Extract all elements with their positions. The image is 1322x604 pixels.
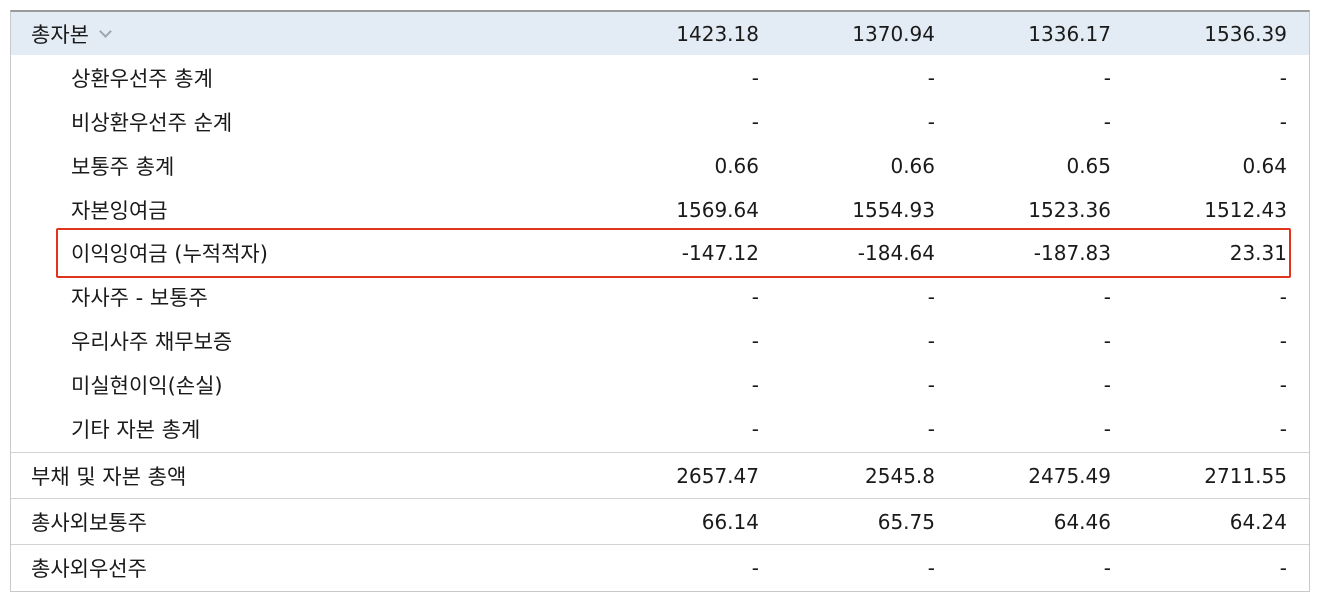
cell-value: -	[751, 285, 759, 309]
cell-value: 23.31	[1229, 241, 1287, 265]
cell-value: 1512.43	[1204, 198, 1287, 222]
row-label: 총자본	[31, 22, 89, 47]
cell-value: 2657.47	[676, 463, 759, 488]
row-label: 부채 및 자본 총액	[31, 464, 187, 489]
cell-value: -	[751, 66, 759, 90]
row-label: 총사외보통주	[31, 510, 147, 535]
row-label: 미실현이익(손실)	[71, 374, 223, 398]
cell-value: -	[927, 417, 935, 441]
row-label: 비상환우선주 순계	[71, 111, 233, 135]
cell-value: 2475.49	[1028, 463, 1111, 488]
table-row: 상환우선주 총계 - - - -	[11, 56, 1309, 100]
cell-value: 1523.36	[1028, 198, 1111, 222]
table-row-total-equity[interactable]: 총자본 1423.18 1370.94 1336.17 1536.39	[11, 12, 1309, 55]
row-label: 보통주 총계	[71, 155, 175, 179]
row-label: 기타 자본 총계	[71, 418, 201, 442]
cell-value: 65.75	[877, 509, 935, 534]
row-label-container[interactable]: 총자본	[31, 12, 112, 55]
cell-value: -	[1103, 417, 1111, 441]
cell-value: -187.83	[1033, 241, 1111, 265]
cell-value: -	[1103, 556, 1111, 580]
cell-value: -	[1103, 110, 1111, 134]
row-label: 우리사주 채무보증	[71, 330, 233, 354]
row-label: 상환우선주 총계	[71, 67, 213, 91]
cell-value: 1536.39	[1204, 21, 1287, 46]
cell-value: 1370.94	[852, 21, 935, 46]
cell-value: -	[1103, 285, 1111, 309]
cell-value: 1569.64	[676, 198, 759, 222]
table-row-common-shares-outstanding: 총사외보통주 66.14 65.75 64.46 64.24	[11, 498, 1309, 544]
cell-value: -	[927, 556, 935, 580]
cell-value: 64.24	[1229, 509, 1287, 534]
table-row: 우리사주 채무보증 - - - -	[11, 319, 1309, 363]
cell-value: -	[1279, 66, 1287, 90]
cell-value: -	[1279, 417, 1287, 441]
cell-value: 2545.8	[865, 463, 935, 488]
cell-value: -147.12	[681, 241, 759, 265]
cell-value: 66.14	[701, 509, 759, 534]
cell-value: -184.64	[857, 241, 935, 265]
cell-value: -	[751, 556, 759, 580]
table-row: 자본잉여금 1569.64 1554.93 1523.36 1512.43	[11, 188, 1309, 232]
cell-value: 0.64	[1242, 154, 1287, 178]
table-row-total-liabilities-equity: 부채 및 자본 총액 2657.47 2545.8 2475.49 2711.5…	[11, 452, 1309, 498]
cell-value: 64.46	[1053, 509, 1111, 534]
cell-value: -	[1279, 329, 1287, 353]
cell-value: -	[1279, 373, 1287, 397]
cell-value: -	[927, 66, 935, 90]
cell-value: 0.65	[1066, 154, 1111, 178]
cell-value: -	[1103, 329, 1111, 353]
table-row-preferred-shares-outstanding: 총사외우선주 - - - -	[11, 544, 1309, 591]
cell-value: -	[751, 110, 759, 134]
cell-value: -	[927, 285, 935, 309]
row-label: 자본잉여금	[71, 199, 168, 223]
cell-value: -	[927, 373, 935, 397]
cell-value: -	[927, 110, 935, 134]
cell-value: -	[927, 329, 935, 353]
cell-value: 2711.55	[1204, 463, 1287, 488]
cell-value: -	[751, 417, 759, 441]
row-label: 자사주 - 보통주	[71, 286, 208, 310]
cell-value: -	[1103, 373, 1111, 397]
cell-value: -	[1279, 285, 1287, 309]
chevron-down-icon[interactable]	[99, 25, 112, 38]
table-row: 비상환우선주 순계 - - - -	[11, 100, 1309, 144]
table-row: 보통주 총계 0.66 0.66 0.65 0.64	[11, 144, 1309, 188]
cell-value: -	[1279, 110, 1287, 134]
cell-value: 1336.17	[1028, 21, 1111, 46]
table-row: 미실현이익(손실) - - - -	[11, 363, 1309, 407]
row-label: 총사외우선주	[31, 557, 147, 581]
cell-value: -	[1103, 66, 1111, 90]
cell-value: -	[751, 373, 759, 397]
table-row: 자사주 - 보통주 - - - -	[11, 275, 1309, 319]
cell-value: -	[751, 329, 759, 353]
cell-value: 1554.93	[852, 198, 935, 222]
table-row-retained-earnings: 이익잉여금 (누적적자) -147.12 -184.64 -187.83 23.…	[11, 231, 1309, 275]
cell-value: 0.66	[890, 154, 935, 178]
cell-value: -	[1279, 556, 1287, 580]
cell-value: 0.66	[714, 154, 759, 178]
cell-value: 1423.18	[676, 21, 759, 46]
row-label: 이익잉여금 (누적적자)	[71, 242, 268, 266]
table-row: 기타 자본 총계 - - - -	[11, 407, 1309, 451]
